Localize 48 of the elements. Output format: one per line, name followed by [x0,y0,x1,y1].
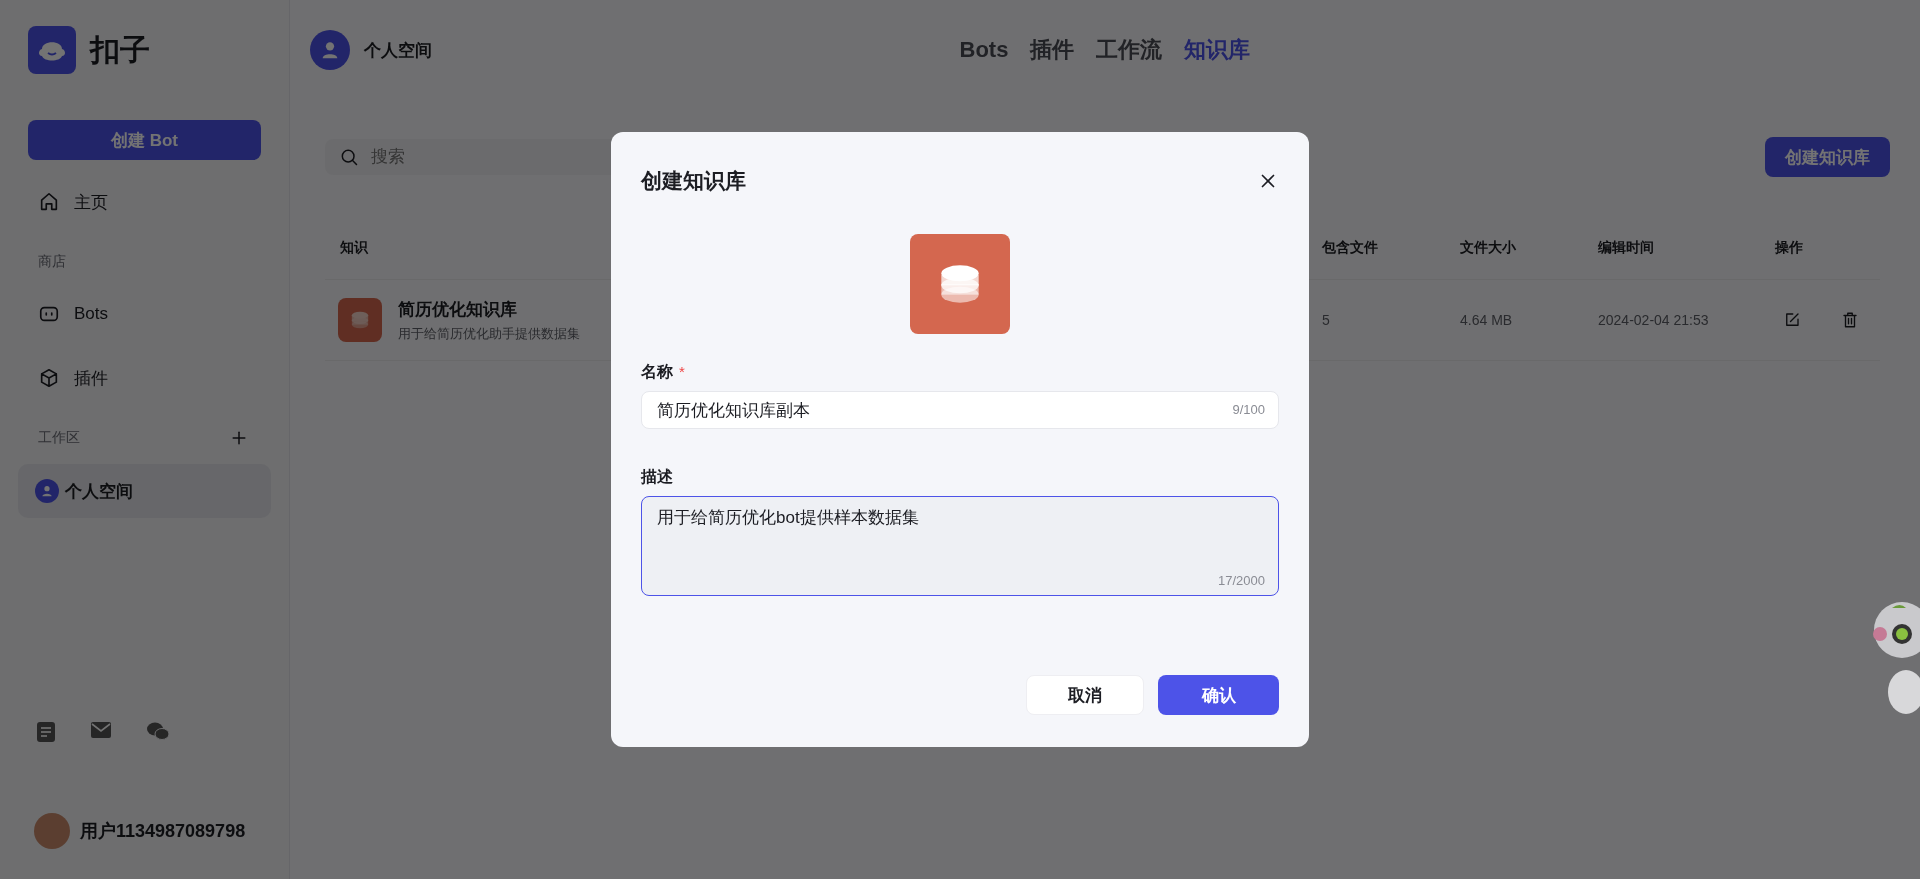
section-label: 商店 [38,253,66,271]
nav-tab[interactable]: Bots [959,35,1009,65]
nav-item[interactable]: 主页 [28,170,261,234]
column-header: 文件大小 [1460,239,1517,257]
create-knowledge-base-button[interactable]: 创建知识库 [1765,137,1890,177]
delete-button[interactable] [1841,311,1859,329]
character-count: 9/100 [1232,402,1265,417]
knowledge-description: 用于给简历优化助手提供数据集 [398,324,580,343]
nav-item[interactable]: Bots [28,282,261,346]
database-icon[interactable] [910,234,1010,334]
column-header: 包含文件 [1322,239,1379,257]
ghost-logo-icon [28,26,76,74]
create-bot-button[interactable]: 创建 Bot [28,120,261,160]
workspace-item[interactable]: 个人空间 [18,464,271,518]
nav-tab[interactable]: 插件 [1030,35,1075,65]
logo-text: 扣子 [90,31,150,68]
column-header: 知识 [340,239,369,257]
table-cell-text: 5 [1322,312,1331,328]
field-label: 描述 [641,467,673,487]
person-avatar-icon [35,479,59,503]
trash-icon [1841,311,1859,329]
chat-bubbles-icon[interactable] [146,721,170,741]
edit-icon [1783,311,1801,329]
section-label: 工作区 [38,429,80,447]
user-avatar[interactable] [34,813,70,849]
cancel-button[interactable]: 取消 [1026,675,1144,715]
workspace-name: 个人空间 [364,39,432,62]
nav-tab[interactable]: 知识库 [1184,35,1251,65]
home-icon [38,191,60,213]
required-mark: * [679,363,685,380]
document-icon[interactable] [36,721,56,743]
column-header: 操作 [1775,239,1804,257]
column-header: 编辑时间 [1598,239,1655,257]
nav-tab[interactable]: 工作流 [1096,35,1163,65]
search-icon [339,147,359,167]
character-count: 17/2000 [1218,573,1265,588]
mail-icon[interactable] [90,721,112,739]
table-cell-text: 2024-02-04 21:53 [1598,312,1710,328]
confirm-button[interactable]: 确认 [1158,675,1279,715]
workspace-avatar [310,30,350,70]
nav-item[interactable]: 插件 [28,346,261,410]
cube-icon [38,367,60,389]
table-cell-text: 4.64 MB [1460,312,1514,328]
user-name: 用户1134987089798 [80,820,246,843]
edit-button[interactable] [1783,311,1801,329]
dialog-title: 创建知识库 [641,168,746,194]
knowledge-name[interactable]: 简历优化知识库 [398,297,580,321]
field-label: 名称 [641,362,673,382]
